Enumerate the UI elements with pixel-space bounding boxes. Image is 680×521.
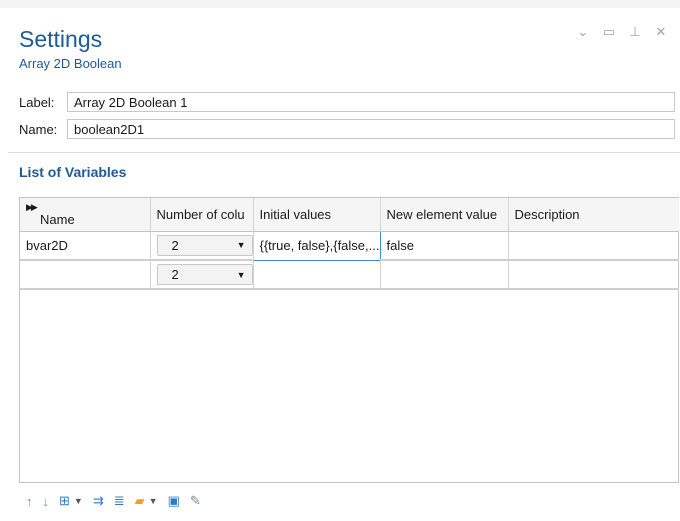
column-header-new-value[interactable]: New element value [380, 198, 509, 232]
window-controls: ⌄ ▭ ⊥ ✕ [576, 24, 668, 40]
table-header-row: ▶▶ Name Number of colu Initial values Ne… [20, 198, 679, 232]
table-row: 2 ▼ [20, 260, 679, 290]
chevron-down-icon: ▼ [236, 240, 246, 251]
columns-select-value: 2 [171, 267, 179, 282]
cell-description[interactable] [508, 231, 679, 261]
cell-initial[interactable]: {{true, false},{false,... [252, 230, 381, 261]
column-header-name[interactable]: ▶▶ Name [20, 198, 151, 232]
dropdown-arrow-icon[interactable]: ▼ [149, 496, 158, 506]
close-icon[interactable]: ✕ [654, 24, 668, 40]
maximize-icon[interactable]: ▭ [602, 24, 616, 40]
settings-panel: Settings Array 2D Boolean ⌄ ▭ ⊥ ✕ Label:… [0, 0, 680, 521]
name-input[interactable] [67, 119, 675, 139]
chevron-down-icon: ▼ [236, 269, 246, 280]
move-down-icon[interactable]: ↓ [43, 494, 50, 509]
column-header-initial[interactable]: Initial values [253, 198, 381, 232]
open-folder-icon[interactable]: ▰ [135, 493, 145, 509]
columns-select[interactable]: 2 ▼ [156, 264, 252, 285]
cell-new-value[interactable] [380, 260, 509, 290]
chevron-down-icon[interactable]: ⌄ [576, 24, 590, 40]
name-caption: Name: [19, 121, 58, 137]
add-row-icon[interactable]: ⊞ [59, 493, 70, 509]
panel-subtitle: Array 2D Boolean [19, 56, 122, 71]
column-header-description[interactable]: Description [508, 198, 679, 232]
label-row: Label: [19, 92, 675, 112]
section-divider [8, 152, 680, 153]
label-caption: Label: [19, 94, 55, 110]
column-header-label: Name [40, 211, 75, 227]
table-row: bvar2D 2 ▼ {{true, false},{false,... fal… [20, 230, 679, 261]
expand-columns-icon[interactable]: ▶▶ [26, 202, 38, 213]
panel-top-strip [0, 0, 680, 8]
table-toolbar: ↑ ↓ ⊞ ▼ ⇉ ≣ ▰ ▼ ▣ ✎ [26, 493, 201, 509]
move-up-icon[interactable]: ↑ [26, 494, 33, 509]
insert-rows-icon[interactable]: ⇉ [93, 493, 104, 509]
cell-name[interactable]: bvar2D [20, 231, 151, 261]
cell-description[interactable] [508, 260, 679, 290]
cell-new-value[interactable]: false [380, 231, 509, 261]
cell-columns: 2 ▼ [150, 231, 254, 261]
dropdown-arrow-icon[interactable]: ▼ [74, 496, 83, 506]
cell-name[interactable] [20, 260, 151, 290]
columns-select[interactable]: 2 ▼ [156, 234, 252, 256]
column-header-columns[interactable]: Number of colu [150, 198, 254, 232]
edit-icon[interactable]: ✎ [190, 493, 201, 509]
save-icon[interactable]: ▣ [168, 493, 180, 509]
variables-table: ▶▶ Name Number of colu Initial values Ne… [19, 197, 679, 483]
panel-title: Settings [19, 26, 103, 52]
section-title: List of Variables [19, 164, 127, 180]
label-input[interactable] [67, 92, 675, 112]
name-row: Name: [19, 119, 675, 139]
pin-icon[interactable]: ⊥ [628, 24, 642, 40]
cell-columns: 2 ▼ [150, 260, 254, 290]
cell-initial[interactable] [253, 260, 381, 290]
clear-table-icon[interactable]: ≣ [114, 493, 125, 509]
columns-select-value: 2 [171, 237, 179, 253]
